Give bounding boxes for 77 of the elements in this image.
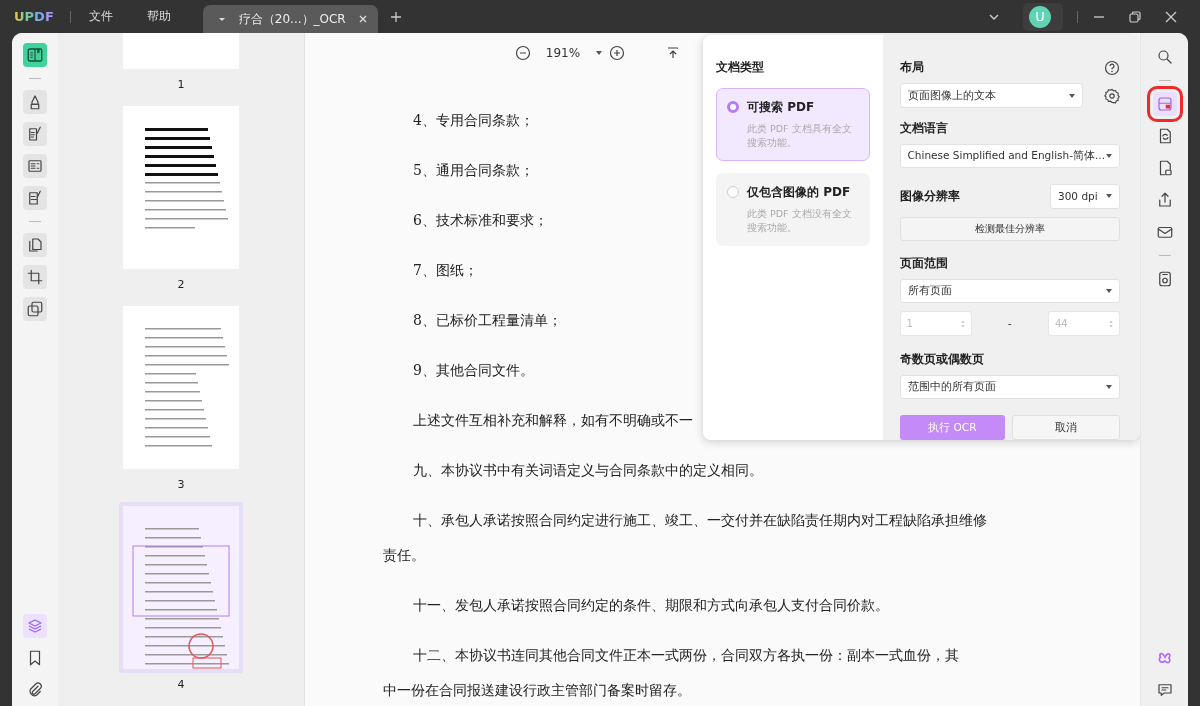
field-label: 文档语言 [899,120,949,137]
form-icon [26,157,44,175]
document-text: 十、承包人承诺按照合同约定进行施工、竣工、一交付并在缺陷责任期内对工程缺陷承担维修 [413,511,987,530]
layers-icon [26,617,44,635]
pages-icon [26,236,44,254]
scanner-icon [1155,95,1174,113]
zoom-out-icon[interactable] [515,45,531,61]
pages-tool[interactable] [23,233,47,257]
field-label: 布局 [899,59,924,76]
document-text: 6、技术标准和要求； [413,211,548,230]
app-logo: UPDF [14,9,54,24]
option-title: 可搜索 PDF [747,99,816,116]
option-description: 此类 PDF 文档没有全文搜索功能。 [747,207,853,235]
menu-item[interactable]: 文件 [88,8,113,25]
document-sign-tool[interactable] [23,186,47,210]
caret-icon [1105,383,1113,391]
layers-tool[interactable] [23,614,47,638]
first-page-icon[interactable] [665,45,681,61]
document-text: 5、通用合同条款； [413,161,534,180]
form-tool[interactable] [23,154,47,178]
dropdown[interactable]: 页面图像上的文本 [899,83,1083,108]
close-icon[interactable] [1164,9,1178,24]
add-tab-icon[interactable] [389,10,402,23]
document-text: 责任。 [383,546,425,565]
document-text: 十二、本协议书连同其他合同文件正本一式两份，合同双方各执一份：副本一式血份，其 [413,646,959,665]
section-title: 文档类型 [716,59,765,76]
caret-icon[interactable] [595,49,603,57]
dropdown[interactable]: 范围中的所有页面 [899,375,1120,399]
field-label: 奇数页或偶数页 [899,351,985,369]
document-text: 上述文件互相补充和解释，如有不明确或不一 [413,411,693,430]
dropdown[interactable]: Chinese Simplified and English-简体... [899,144,1120,168]
zoom-in-icon[interactable] [609,45,625,61]
book-icon [26,46,44,64]
highlighter-tool[interactable] [23,90,47,114]
crop-tool[interactable] [23,265,47,289]
option-description: 此类 PDF 文档具有全文搜索功能。 [747,122,853,150]
layers-icon [26,300,44,318]
detect-resolution-button[interactable]: 检测最佳分辨率 [899,217,1120,242]
range-separator: - [1007,317,1012,331]
page-number: 4 [177,678,185,691]
crop-icon [26,268,44,286]
document-type-option[interactable]: 仅包含图像的 PDF 此类 PDF 文档没有全文搜索功能。 [716,173,870,246]
settings-icon[interactable] [1104,87,1120,104]
paperclip-icon [26,681,44,699]
option-title: 仅包含图像的 PDF [747,184,852,201]
field-label: 图像分辨率 [899,188,960,205]
document-tab[interactable]: 疗合（20...）_OCR [202,5,378,33]
document-text: 7、图纸； [413,261,478,280]
caret-icon [1105,152,1113,160]
radio-button[interactable] [727,101,739,113]
comment-icon [1155,681,1174,699]
cancel-button[interactable]: 取消 [1012,415,1120,440]
page-number: 3 [177,478,185,491]
search-icon [1155,48,1174,66]
document-pen-tool[interactable] [23,122,47,146]
close-icon[interactable] [357,14,368,24]
restore-icon[interactable] [1128,9,1142,24]
document-type-option[interactable]: 可搜索 PDF 此类 PDF 文档具有全文搜索功能。 [716,88,870,161]
document-sign-icon [26,189,44,207]
document-text: 8、已标价工程量清单； [413,311,562,330]
page-number: 2 [177,278,185,291]
document-text: 中一份在合同报送建设行政主管部门备案时留存。 [383,681,691,700]
document-text: 九、本协议书中有关词语定义与合同条款中的定义相同。 [413,461,763,480]
document-pen-icon [26,125,44,143]
help-icon[interactable] [1104,59,1120,76]
document-text: 十一、发包人承诺按照合同约定的条件、期限和方式向承包人支付合同价款。 [413,596,889,615]
caret-icon [1067,91,1076,100]
zoom-level[interactable]: 191% [537,46,589,60]
document-text: 9、其他合同文件。 [413,361,534,380]
menu-item[interactable]: 帮助 [146,8,171,25]
layers-tool[interactable] [23,297,47,321]
dropdown[interactable]: 300 dpi [1050,184,1120,209]
field-label: 页面范围 [899,255,949,273]
document-text: 4、专用合同条款； [413,111,534,130]
page-number: 1 [177,78,185,91]
radio-button[interactable] [727,186,739,198]
book-tool[interactable] [23,43,47,67]
